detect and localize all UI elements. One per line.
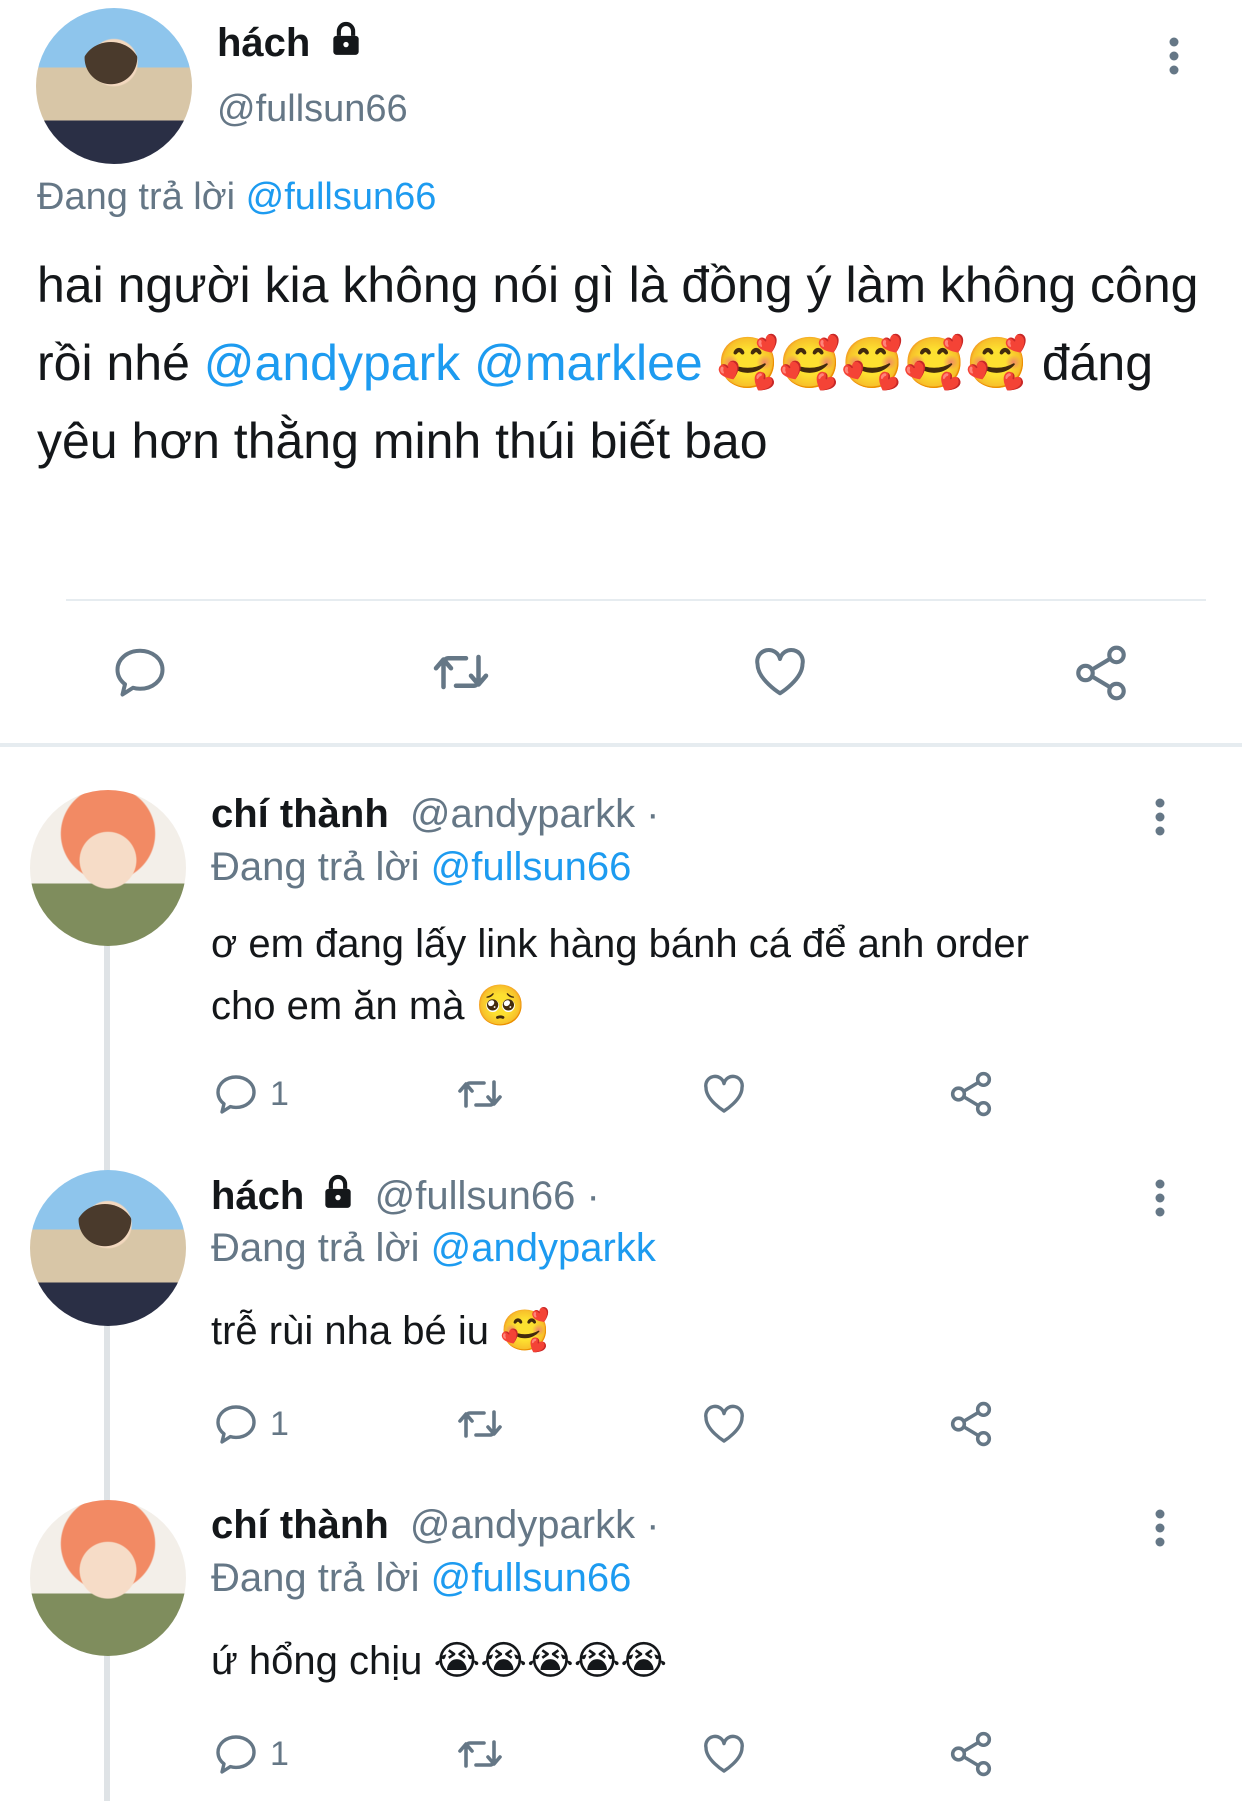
reply-prefix: Đang trả lời bbox=[211, 1556, 420, 1600]
reply-icon[interactable]: 1 bbox=[212, 1400, 289, 1448]
retweet-icon[interactable] bbox=[453, 1730, 507, 1778]
more-icon[interactable] bbox=[1146, 797, 1174, 837]
reply-count: 1 bbox=[270, 1074, 289, 1113]
reply-count: 1 bbox=[270, 1404, 289, 1443]
avatar[interactable] bbox=[30, 1500, 186, 1656]
like-icon[interactable] bbox=[700, 1400, 748, 1448]
author-handle[interactable]: @fullsun66 bbox=[217, 88, 408, 131]
like-icon[interactable] bbox=[700, 1070, 748, 1118]
reply-text-line: ứ hổng chịu 😭😭😭😭😭 bbox=[211, 1639, 668, 1683]
reply-text: ơ em đang lấy link hàng bánh cá để anh o… bbox=[211, 913, 1029, 1037]
reply-context: Đang trả lời @andyparkk bbox=[211, 1226, 656, 1271]
mention-andypark[interactable]: @andypark bbox=[204, 335, 460, 391]
reply-icon[interactable]: 1 bbox=[212, 1070, 289, 1118]
share-icon[interactable] bbox=[946, 1069, 996, 1119]
emoji-group: 🥰🥰🥰🥰🥰 bbox=[716, 334, 1028, 392]
avatar[interactable] bbox=[30, 1170, 186, 1326]
author-handle[interactable]: @fullsun66 · bbox=[375, 1174, 600, 1218]
more-icon[interactable] bbox=[1146, 1178, 1174, 1218]
share-icon[interactable] bbox=[946, 1399, 996, 1449]
tweet-text: hai người kia không nói gì là đồng ý làm… bbox=[37, 246, 1217, 480]
reply-text: ứ hổng chịu 😭😭😭😭😭 bbox=[211, 1630, 667, 1692]
author-name[interactable]: hách bbox=[217, 20, 365, 66]
author-name[interactable]: hách bbox=[211, 1174, 304, 1218]
reply-prefix: Đang trả lời bbox=[211, 845, 420, 889]
reply-mention[interactable]: @fullsun66 bbox=[246, 176, 437, 218]
author-handle[interactable]: @andyparkk · bbox=[410, 1503, 660, 1547]
reply-text-line: ơ em đang lấy link hàng bánh cá để anh o… bbox=[211, 922, 1029, 966]
divider bbox=[66, 599, 1206, 601]
more-icon[interactable] bbox=[1160, 36, 1188, 76]
lock-icon bbox=[319, 1173, 357, 1211]
reply-icon[interactable]: 1 bbox=[212, 1730, 289, 1778]
reply-icon[interactable] bbox=[110, 642, 170, 702]
more-icon[interactable] bbox=[1146, 1508, 1174, 1548]
reply-text-line: trễ rùi nha bé iu 🥰 bbox=[211, 1309, 550, 1353]
reply-context: Đang trả lời @fullsun66 bbox=[211, 845, 631, 890]
author-name[interactable]: chí thành bbox=[211, 1503, 389, 1547]
reply-mention[interactable]: @fullsun66 bbox=[431, 1556, 632, 1600]
reply-context: Đang trả lời @fullsun66 bbox=[211, 1556, 631, 1601]
avatar[interactable] bbox=[36, 8, 192, 164]
share-icon[interactable] bbox=[946, 1729, 996, 1779]
like-icon[interactable] bbox=[700, 1730, 748, 1778]
reply-header: chí thành @andyparkk · bbox=[211, 1503, 660, 1548]
reply-header: chí thành @andyparkk · bbox=[211, 792, 660, 837]
like-icon[interactable] bbox=[750, 642, 810, 702]
author-name-text: hách bbox=[217, 21, 311, 65]
share-icon[interactable] bbox=[1070, 642, 1132, 704]
lock-icon bbox=[327, 20, 365, 58]
reply-prefix: Đang trả lời bbox=[211, 1226, 420, 1270]
author-handle[interactable]: @andyparkk · bbox=[410, 792, 660, 836]
section-divider bbox=[0, 743, 1242, 747]
reply-mention[interactable]: @andyparkk bbox=[431, 1226, 656, 1270]
avatar[interactable] bbox=[30, 790, 186, 946]
reply-context: Đang trả lời @fullsun66 bbox=[37, 176, 436, 219]
reply-text: trễ rùi nha bé iu 🥰 bbox=[211, 1300, 550, 1362]
reply-count: 1 bbox=[270, 1734, 289, 1773]
retweet-icon[interactable] bbox=[428, 642, 494, 702]
reply-header: hách @fullsun66 · bbox=[211, 1173, 600, 1219]
reply-prefix: Đang trả lời bbox=[37, 176, 236, 218]
thread-line bbox=[104, 945, 110, 1801]
reply-mention[interactable]: @fullsun66 bbox=[431, 845, 632, 889]
mention-marklee[interactable]: @marklee bbox=[474, 335, 703, 391]
retweet-icon[interactable] bbox=[453, 1070, 507, 1118]
reply-text-line: cho em ăn mà 🥺 bbox=[211, 984, 526, 1028]
author-name[interactable]: chí thành bbox=[211, 792, 389, 836]
retweet-icon[interactable] bbox=[453, 1400, 507, 1448]
